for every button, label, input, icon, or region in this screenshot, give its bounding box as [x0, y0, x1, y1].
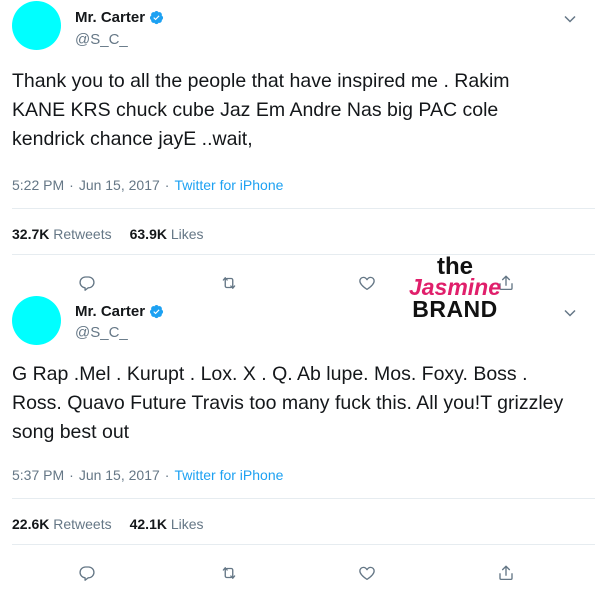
meta-separator: · [164, 467, 170, 483]
likes-count: 42.1K [129, 516, 167, 532]
tweet-text: G Rap .Mel . Kurupt . Lox. X . Q. Ab lup… [12, 363, 564, 443]
tweet-2[interactable]: Mr. Carter @S_C_ G Rap .Mel . Kurupt . L… [0, 290, 595, 595]
retweets-count: 32.7K [12, 226, 50, 242]
retweet-icon[interactable] [220, 564, 238, 582]
meta-separator: · [69, 177, 74, 193]
engagement-stats: 32.7K Retweets 63.9K Likes [12, 226, 204, 242]
tweet-text: Thank you to all the people that have in… [12, 70, 510, 150]
chevron-down-icon[interactable] [563, 306, 577, 320]
like-icon[interactable] [358, 564, 376, 582]
engagement-stats: 22.6K Retweets 42.1K Likes [12, 516, 204, 532]
tweet-1[interactable]: Mr. Carter @S_C_ Thank you to all the pe… [0, 0, 595, 295]
tweet-source-link[interactable]: Twitter for iPhone [174, 177, 283, 193]
verified-badge-icon [149, 10, 164, 25]
divider [12, 498, 595, 499]
meta-separator: · [69, 467, 74, 483]
likes-count: 63.9K [129, 226, 167, 242]
watermark-logo: the Jasmine BRAND [390, 255, 520, 321]
retweets-label: Retweets [53, 226, 112, 242]
author-name-row[interactable]: Mr. Carter [75, 303, 164, 320]
likes-stat[interactable]: 42.1K Likes [130, 516, 204, 532]
chevron-down-icon[interactable] [563, 12, 577, 26]
share-icon[interactable] [497, 564, 515, 582]
user-handle[interactable]: @S_C_ [75, 324, 128, 341]
likes-label: Likes [170, 516, 204, 532]
avatar[interactable] [12, 296, 61, 345]
tweet-date[interactable]: Jun 15, 2017 [79, 177, 160, 193]
divider [12, 208, 595, 209]
tweet-source-link[interactable]: Twitter for iPhone [174, 467, 283, 483]
retweets-label: Retweets [53, 516, 112, 532]
retweets-stat[interactable]: 32.7K Retweets [12, 226, 112, 242]
avatar[interactable] [12, 1, 61, 50]
user-handle[interactable]: @S_C_ [75, 31, 128, 48]
display-name[interactable]: Mr. Carter [75, 303, 145, 320]
tweet-date[interactable]: Jun 15, 2017 [79, 467, 160, 483]
tweet-meta: 5:22 PM · Jun 15, 2017 · Twitter for iPh… [12, 177, 283, 193]
tweet-time[interactable]: 5:22 PM [12, 177, 64, 193]
verified-badge-icon [149, 304, 164, 319]
display-name[interactable]: Mr. Carter [75, 9, 145, 26]
author-name-row[interactable]: Mr. Carter [75, 9, 164, 26]
watermark-line-3: BRAND [412, 296, 498, 322]
meta-separator: · [164, 177, 170, 193]
tweet-meta: 5:37 PM · Jun 15, 2017 · Twitter for iPh… [12, 467, 283, 483]
reply-icon[interactable] [78, 564, 96, 582]
tweet-time[interactable]: 5:37 PM [12, 467, 64, 483]
likes-label: Likes [170, 226, 204, 242]
divider [12, 544, 595, 545]
retweets-count: 22.6K [12, 516, 50, 532]
likes-stat[interactable]: 63.9K Likes [130, 226, 204, 242]
retweets-stat[interactable]: 22.6K Retweets [12, 516, 112, 532]
